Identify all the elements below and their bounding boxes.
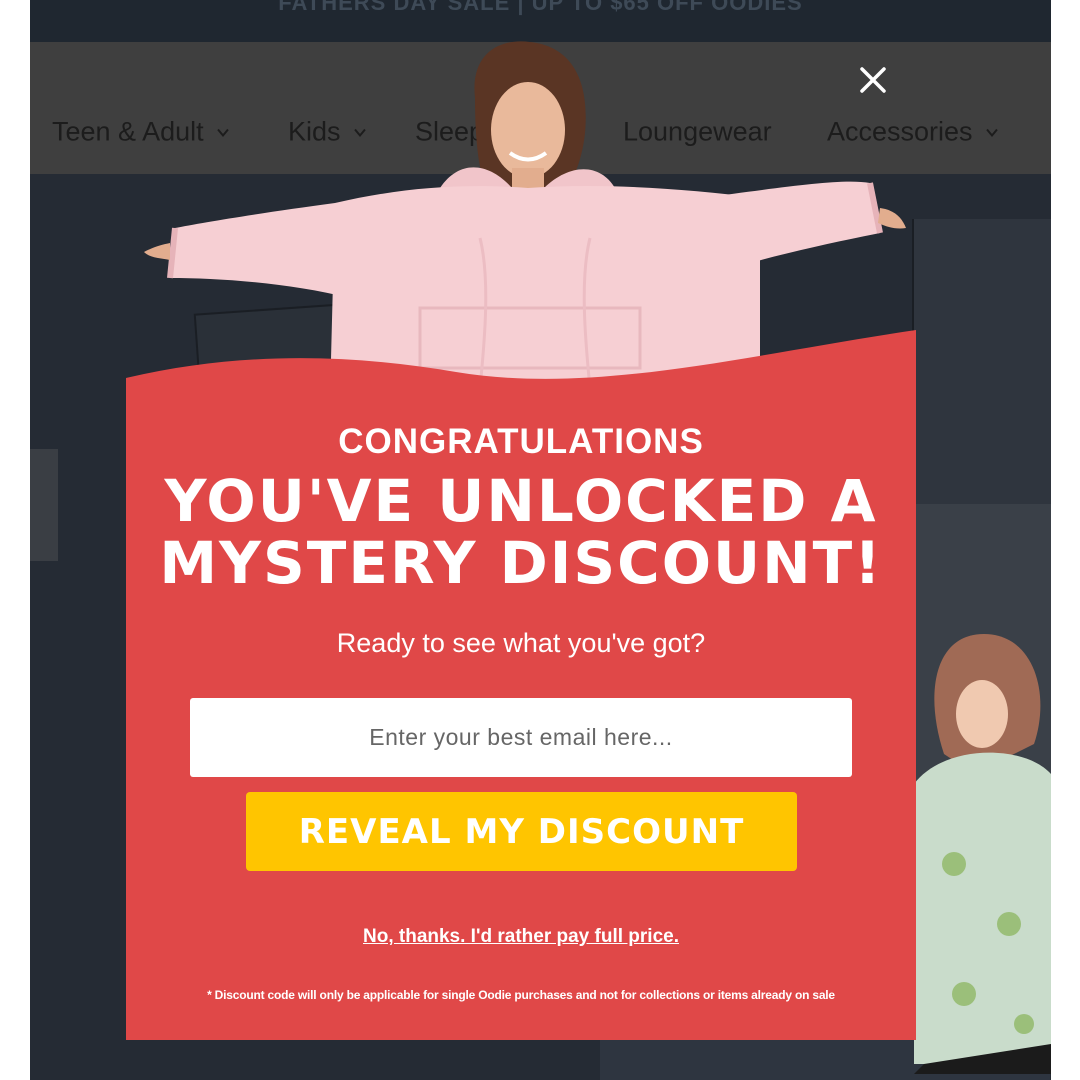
discount-disclaimer: * Discount code will only be applicable … (207, 988, 835, 1002)
popup-headline-line: MYSTERY DISCOUNT! (159, 529, 883, 597)
popup-eyebrow: CONGRATULATIONS (338, 422, 704, 461)
close-popup-button[interactable] (855, 62, 891, 98)
promo-bar[interactable]: FATHERS DAY SALE | UP TO $65 OFF OODIES (30, 0, 1051, 42)
kid-in-oodie-image (914, 634, 1051, 1074)
popup-headline: YOU'VE UNLOCKED A MYSTERY DISCOUNT! (126, 470, 916, 594)
close-icon (860, 67, 886, 93)
reveal-discount-button[interactable]: REVEAL MY DISCOUNT (246, 792, 797, 871)
carousel-arrow-left[interactable] (30, 449, 58, 561)
popup-subheading: Ready to see what you've got? (336, 628, 706, 658)
chevron-down-icon (985, 128, 998, 137)
hero-card (912, 219, 1051, 519)
email-input[interactable] (190, 698, 852, 777)
discount-popup: CONGRATULATIONS YOU'VE UNLOCKED A MYSTER… (126, 330, 916, 1040)
popup-content: CONGRATULATIONS YOU'VE UNLOCKED A MYSTER… (126, 330, 916, 1040)
promo-bar-text: FATHERS DAY SALE | UP TO $65 OFF OODIES (278, 0, 803, 15)
popup-headline-line: YOU'VE UNLOCKED A (164, 467, 878, 535)
decline-link[interactable]: No, thanks. I'd rather pay full price. (126, 926, 916, 948)
